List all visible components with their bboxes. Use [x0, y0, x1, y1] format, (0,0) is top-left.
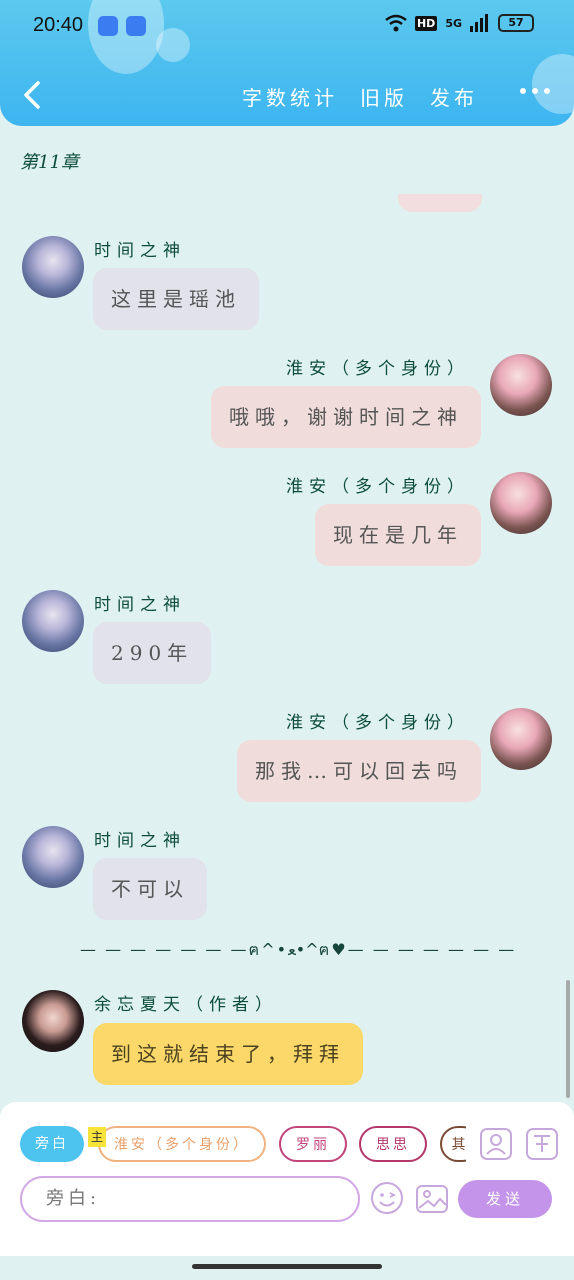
message-bubble[interactable]: 到这就结束了，拜拜 — [93, 1023, 363, 1085]
network-indicator: 5G — [445, 16, 462, 30]
speaker-name: 时间之神 — [94, 241, 186, 261]
chapter-title: 第11章 — [20, 152, 79, 173]
status-icons: HD 5G 57 — [385, 14, 534, 32]
role-selector: 旁白 淮安（多个身份） 罗丽 思思 其 — [20, 1126, 466, 1164]
avatar[interactable] — [22, 990, 84, 1052]
role-chip-huaian[interactable]: 淮安（多个身份） — [98, 1126, 266, 1162]
main-role-badge: 主 — [88, 1127, 106, 1147]
decor-bubble — [532, 54, 574, 114]
signal-icon — [470, 14, 488, 32]
avatar[interactable] — [22, 236, 84, 298]
status-bar: 20:40 HD 5G 57 — [0, 0, 574, 52]
avatar[interactable] — [490, 354, 552, 416]
header-actions: 字数统计 旧版 发布 — [242, 82, 478, 111]
message-bubble[interactable]: 这里是瑶池 — [93, 268, 259, 330]
previous-bubble-stub — [398, 194, 482, 212]
top-bar: 20:40 HD 5G 57 字数统计 旧版 发布 — [0, 0, 574, 126]
message-bubble[interactable]: 哦哦，谢谢时间之神 — [211, 386, 481, 448]
hd-indicator: HD — [414, 15, 438, 31]
message-bubble[interactable]: 290年 — [93, 622, 212, 684]
publish-button[interactable]: 发布 — [430, 82, 478, 111]
avatar[interactable] — [490, 708, 552, 770]
baidu-app-icon — [98, 16, 118, 36]
chevron-left-icon[interactable] — [20, 80, 44, 110]
more-dots-icon[interactable] — [520, 88, 550, 94]
section-divider: — — — — — — —ฅ^•ﻌ•^ฅ♥— — — — — — — — [80, 940, 517, 959]
speaker-name: 淮安（多个身份） — [286, 477, 470, 497]
message-bubble[interactable]: 现在是几年 — [315, 504, 481, 566]
home-indicator[interactable] — [192, 1264, 382, 1269]
avatar[interactable] — [490, 472, 552, 534]
role-chip-luoli[interactable]: 罗丽 — [279, 1126, 347, 1162]
message-bubble[interactable]: 不可以 — [93, 858, 207, 920]
avatar[interactable] — [22, 826, 84, 888]
emoji-icon[interactable] — [370, 1181, 404, 1215]
image-icon[interactable] — [416, 1183, 448, 1215]
message-input[interactable]: 旁白: — [20, 1176, 360, 1222]
avatar[interactable] — [22, 590, 84, 652]
battery-indicator: 57 — [498, 14, 534, 32]
wifi-icon — [385, 14, 407, 32]
tag-icon[interactable] — [526, 1128, 558, 1160]
word-count-button[interactable]: 字数统计 — [242, 82, 338, 111]
role-chip-sisi[interactable]: 思思 — [359, 1126, 427, 1162]
speaker-name: 余忘夏天（作者） — [94, 995, 278, 1015]
old-version-button[interactable]: 旧版 — [360, 82, 408, 111]
role-chip-narration[interactable]: 旁白 — [20, 1126, 84, 1162]
scrollbar[interactable] — [566, 980, 570, 1098]
speaker-name: 淮安（多个身份） — [286, 713, 470, 733]
notification-app-icon — [126, 16, 146, 36]
person-card-icon[interactable] — [480, 1128, 512, 1160]
message-bubble[interactable]: 那我…可以回去吗 — [237, 740, 481, 802]
role-chip-partial[interactable]: 其 — [440, 1126, 466, 1162]
send-button[interactable]: 发送 — [458, 1180, 552, 1218]
speaker-name: 淮安（多个身份） — [286, 359, 470, 379]
status-time: 20:40 — [33, 14, 84, 36]
speaker-name: 时间之神 — [94, 831, 186, 851]
speaker-name: 时间之神 — [94, 595, 186, 615]
